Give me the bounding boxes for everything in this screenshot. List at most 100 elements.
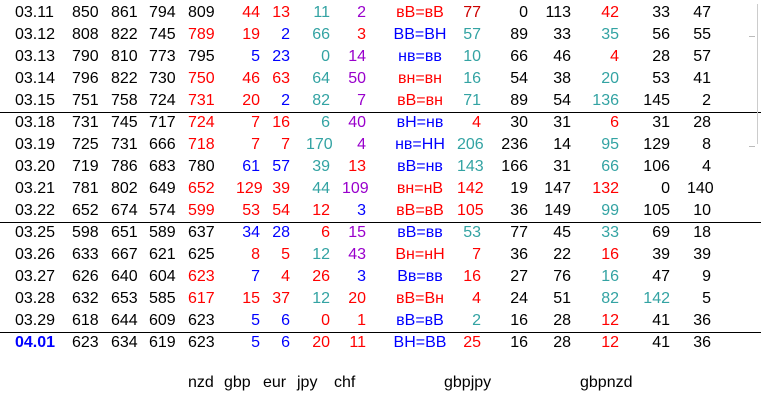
cell-high: 822	[111, 70, 138, 87]
cell-eur: 12	[312, 202, 330, 219]
cell-jpy: 3	[357, 202, 366, 219]
cell-jpy: 43	[348, 246, 366, 263]
cell-close: 599	[188, 202, 215, 219]
cell-date: 03.11	[15, 4, 54, 21]
cell-gbpnzd-c: 4	[702, 158, 711, 175]
cell-open: 632	[72, 290, 99, 307]
cell-close: 750	[188, 70, 215, 87]
cell-gbpnzd-c: 10	[693, 202, 711, 219]
cell-gbpnzd-b: 145	[643, 92, 670, 109]
cell-jpy: 3	[357, 26, 366, 43]
cell-gbp: 16	[272, 114, 290, 131]
cell-gbpjpy-a: 16	[510, 334, 528, 351]
edge-line	[757, 4, 758, 144]
cell-chf: нв=вв	[398, 48, 442, 65]
cell-close: 625	[188, 246, 215, 263]
cell-gbp: 37	[272, 290, 290, 307]
cell-open: 790	[72, 48, 99, 65]
cell-pair-relation: 16	[463, 268, 481, 285]
cell-gbpnzd-c: 36	[693, 312, 711, 329]
cell-jpy: 20	[348, 290, 366, 307]
cell-chf: вВ=Вн	[395, 290, 445, 307]
cell-jpy: 2	[357, 4, 366, 21]
col-label-chf: chf	[334, 374, 356, 391]
cell-close: 724	[188, 114, 215, 131]
cell-gbpjpy-a: 16	[510, 312, 528, 329]
cell-date: 03.27	[15, 268, 56, 285]
cell-date: 03.18	[15, 114, 56, 131]
cell-jpy: 11	[349, 334, 366, 351]
cell-nzd: 19	[242, 26, 260, 43]
cell-jpy: 109	[342, 180, 369, 197]
cell-gbpnzd-c: 55	[693, 26, 711, 43]
cell-pair-relation: 4	[472, 114, 481, 131]
cell-pair-relation: 57	[463, 26, 481, 43]
cell-nzd: 8	[251, 246, 260, 263]
cell-high: 644	[111, 312, 138, 329]
edge-tick	[749, 36, 755, 37]
cell-eur: 0	[321, 312, 330, 329]
table-row: 03.13 790 810 773 795 5 23 0 14 нв=вв 10 66 46 4 28 57	[0, 46, 761, 68]
cell-gbpjpy-a: 236	[501, 136, 528, 153]
table-row: 03.27 626 640 604 623 7 4 26 3 Вв=вв 16 27 76 16 47 9	[0, 266, 761, 288]
cell-date: 03.29	[15, 312, 56, 329]
cell-gbpjpy-b: 51	[553, 290, 571, 307]
cell-high: 810	[111, 48, 138, 65]
cell-date: 03.20	[15, 158, 56, 175]
cell-gbpjpy-b: 46	[553, 48, 571, 65]
cell-date: 03.19	[15, 136, 56, 153]
table-row: 04.01 623 634 619 623 5 6 20 11 ВН=ВВ 25 16 28 12 41 36	[0, 332, 761, 354]
cell-gbpjpy-a: 166	[501, 158, 528, 175]
cell-open: 796	[72, 70, 99, 87]
cell-pair-relation: 206	[457, 136, 484, 153]
cell-gbpnzd-b: 106	[643, 158, 670, 175]
cell-open: 731	[72, 114, 99, 131]
cell-gbpjpy-b: 113	[545, 4, 571, 21]
cell-gbpnzd-a: 12	[601, 334, 619, 351]
cell-close: 718	[188, 136, 215, 153]
cell-gbpnzd-c: 5	[702, 290, 711, 307]
cell-gbpnzd-a: 132	[592, 180, 619, 197]
cell-close: 652	[188, 180, 215, 197]
cell-gbpjpy-a: 30	[510, 114, 528, 131]
cell-pair-relation: 71	[463, 92, 481, 109]
col-label-eur: eur	[263, 374, 287, 391]
cell-gbpjpy-b: 76	[553, 268, 571, 285]
cell-jpy: 7	[357, 92, 366, 109]
cell-pair-relation: 4	[472, 290, 481, 307]
cell-close: 809	[188, 4, 215, 21]
cell-gbpjpy-a: 36	[510, 246, 528, 263]
col-label-jpy: jpy	[297, 374, 318, 391]
cell-eur: 12	[312, 246, 330, 263]
cell-gbpnzd-a: 136	[592, 92, 619, 109]
cell-close: 637	[188, 224, 215, 241]
cell-gbpnzd-a: 20	[601, 70, 619, 87]
cell-gbpjpy-a: 36	[510, 202, 528, 219]
cell-nzd: 5	[251, 334, 260, 351]
cell-chf: Вв=вв	[397, 268, 443, 285]
cell-eur: 170	[306, 136, 333, 153]
table-row: 03.22 652 674 574 599 53 54 12 3 вВ=вВ 105 36 149 99 1…	[0, 200, 761, 223]
table-row: 03.20 719 786 683 780 61 57 39 13 вВ=нв 143 166 31 66…	[0, 156, 761, 178]
cell-pair-relation: 105	[457, 202, 484, 219]
cell-nzd: 5	[251, 48, 260, 65]
cell-nzd: 20	[242, 92, 260, 109]
table-row: 03.25 598 651 589 637 34 28 6 15 вВ=вв 53 77 45 33 69 1…	[0, 222, 761, 244]
cell-eur: 44	[312, 180, 330, 197]
cell-jpy: 1	[357, 312, 366, 329]
cell-high: 667	[111, 246, 138, 263]
cell-high: 745	[111, 114, 138, 131]
cell-nzd: 53	[242, 202, 260, 219]
cell-gbpnzd-a: 16	[601, 246, 619, 263]
cell-nzd: 7	[251, 268, 260, 285]
cell-gbpjpy-a: 89	[510, 92, 528, 109]
cell-jpy: 14	[348, 48, 366, 65]
cell-gbpnzd-b: 53	[652, 70, 670, 87]
cell-gbpnzd-b: 129	[643, 136, 670, 153]
cell-close: 623	[188, 312, 215, 329]
cell-gbpnzd-c: 2	[702, 92, 711, 109]
cell-gbpnzd-b: 41	[652, 312, 670, 329]
cell-gbp: 5	[281, 246, 290, 263]
cell-gbpnzd-c: 47	[693, 4, 711, 21]
cell-gbpnzd-b: 41	[652, 334, 670, 351]
